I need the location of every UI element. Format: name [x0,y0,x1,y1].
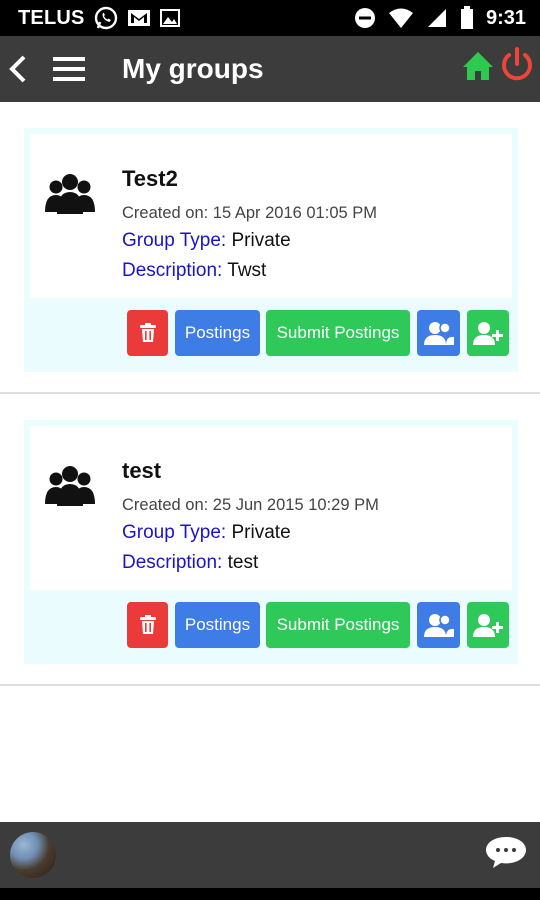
group-icon [44,172,96,216]
group-type-label: Group Type: [122,522,227,543]
list-item: Test2 Created on: 15 Apr 2016 01:05 PM G… [0,102,540,394]
members-icon [423,614,454,637]
group-card: test Created on: 25 Jun 2015 10:29 PM Gr… [24,420,518,664]
page-title: My groups [122,53,264,84]
signal-icon [426,7,448,29]
image-icon [159,8,181,28]
members-button[interactable] [417,602,460,648]
do-not-disturb-icon [354,7,376,29]
list-item: test Created on: 25 Jun 2015 10:29 PM Gr… [0,394,540,686]
wifi-icon [388,7,414,29]
whatsapp-icon [93,5,119,31]
trash-icon [139,615,156,634]
group-description-label: Description: [122,260,223,281]
group-type: Group Type: Private [122,522,291,544]
group-card-body: Test2 Created on: 15 Apr 2016 01:05 PM G… [30,134,512,298]
submit-postings-button[interactable]: Submit Postings [266,602,410,648]
delete-group-button[interactable] [127,602,168,648]
clock-time: 9:31 [485,6,526,29]
group-description-value: test [227,552,259,573]
add-member-button[interactable] [467,602,509,648]
postings-button[interactable]: Postings [175,602,260,648]
power-icon [502,47,532,81]
add-user-icon [473,322,503,345]
avatar[interactable] [10,832,56,878]
group-type-value: Private [231,522,291,543]
menu-button[interactable] [52,55,86,83]
back-arrow-icon [9,55,26,83]
group-card: Test2 Created on: 15 Apr 2016 01:05 PM G… [24,128,518,372]
status-bar: TELUS 9:31 [0,0,540,36]
add-member-button[interactable] [467,310,509,356]
home-icon [463,52,493,80]
home-button[interactable] [462,50,494,82]
trash-icon [139,323,156,342]
submit-postings-button[interactable]: Submit Postings [266,310,410,356]
hamburger-menu-icon [53,57,85,81]
chat-bubble-icon [486,837,526,868]
postings-button[interactable]: Postings [175,310,260,356]
group-description-label: Description: [122,552,223,573]
back-button[interactable] [6,54,30,84]
carrier-label: TELUS [18,6,85,29]
group-description: Description: test [122,552,258,574]
group-created-date: Created on: 25 Jun 2015 10:29 PM [122,496,379,514]
members-icon [423,322,454,345]
system-nav-strip [0,888,540,900]
group-description-value: Twst [227,260,267,281]
delete-group-button[interactable] [127,310,168,356]
members-button[interactable] [417,310,460,356]
chat-button[interactable] [484,834,528,870]
group-name: test [122,458,162,483]
gmail-icon [127,8,151,28]
group-type-value: Private [231,230,291,251]
bottom-bar [0,822,540,888]
group-type-label: Group Type: [122,230,227,251]
app-bar: My groups [0,36,540,102]
group-created-date: Created on: 15 Apr 2016 01:05 PM [122,204,378,222]
group-list: Test2 Created on: 15 Apr 2016 01:05 PM G… [0,102,540,686]
logout-button[interactable] [498,46,536,84]
battery-icon [460,6,474,30]
group-type: Group Type: Private [122,230,291,252]
group-card-body: test Created on: 25 Jun 2015 10:29 PM Gr… [30,426,512,590]
add-user-icon [473,614,503,637]
group-icon [44,464,96,508]
group-name: Test2 [122,166,178,191]
group-description: Description: Twst [122,260,266,282]
